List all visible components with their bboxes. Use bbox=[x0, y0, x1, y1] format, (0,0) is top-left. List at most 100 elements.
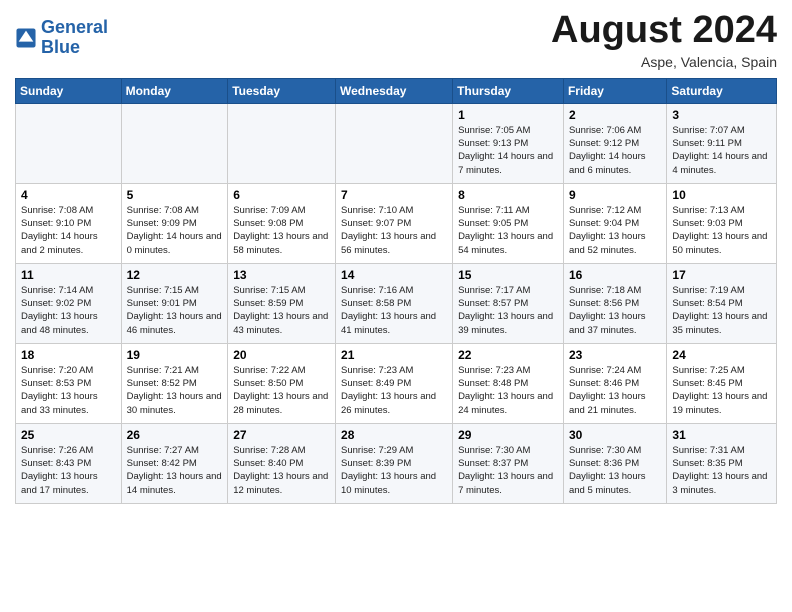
cell-w3-d1: 11 Sunrise: 7:14 AM Sunset: 9:02 PM Dayl… bbox=[16, 263, 122, 343]
day-number: 13 bbox=[233, 268, 330, 282]
col-tuesday: Tuesday bbox=[228, 78, 336, 103]
cell-w3-d5: 15 Sunrise: 7:17 AM Sunset: 8:57 PM Dayl… bbox=[453, 263, 564, 343]
week-row-2: 4 Sunrise: 7:08 AM Sunset: 9:10 PM Dayli… bbox=[16, 183, 777, 263]
cell-w3-d3: 13 Sunrise: 7:15 AM Sunset: 8:59 PM Dayl… bbox=[228, 263, 336, 343]
cell-w1-d5: 1 Sunrise: 7:05 AM Sunset: 9:13 PM Dayli… bbox=[453, 103, 564, 183]
day-number: 20 bbox=[233, 348, 330, 362]
day-number: 10 bbox=[672, 188, 771, 202]
day-info: Sunrise: 7:25 AM Sunset: 8:45 PM Dayligh… bbox=[672, 364, 771, 417]
day-number: 25 bbox=[21, 428, 116, 442]
cell-w2-d3: 6 Sunrise: 7:09 AM Sunset: 9:08 PM Dayli… bbox=[228, 183, 336, 263]
cell-w5-d3: 27 Sunrise: 7:28 AM Sunset: 8:40 PM Dayl… bbox=[228, 423, 336, 503]
logo: General Blue bbox=[15, 18, 108, 58]
day-number: 17 bbox=[672, 268, 771, 282]
cell-w1-d6: 2 Sunrise: 7:06 AM Sunset: 9:12 PM Dayli… bbox=[563, 103, 666, 183]
day-number: 3 bbox=[672, 108, 771, 122]
day-number: 18 bbox=[21, 348, 116, 362]
day-info: Sunrise: 7:12 AM Sunset: 9:04 PM Dayligh… bbox=[569, 204, 661, 257]
location: Aspe, Valencia, Spain bbox=[551, 54, 777, 70]
cell-w1-d4 bbox=[336, 103, 453, 183]
day-info: Sunrise: 7:18 AM Sunset: 8:56 PM Dayligh… bbox=[569, 284, 661, 337]
day-number: 6 bbox=[233, 188, 330, 202]
cell-w2-d7: 10 Sunrise: 7:13 AM Sunset: 9:03 PM Dayl… bbox=[667, 183, 777, 263]
day-number: 7 bbox=[341, 188, 447, 202]
day-number: 21 bbox=[341, 348, 447, 362]
day-info: Sunrise: 7:28 AM Sunset: 8:40 PM Dayligh… bbox=[233, 444, 330, 497]
day-info: Sunrise: 7:23 AM Sunset: 8:49 PM Dayligh… bbox=[341, 364, 447, 417]
cell-w2-d4: 7 Sunrise: 7:10 AM Sunset: 9:07 PM Dayli… bbox=[336, 183, 453, 263]
day-number: 28 bbox=[341, 428, 447, 442]
day-info: Sunrise: 7:08 AM Sunset: 9:09 PM Dayligh… bbox=[127, 204, 223, 257]
week-row-1: 1 Sunrise: 7:05 AM Sunset: 9:13 PM Dayli… bbox=[16, 103, 777, 183]
day-number: 11 bbox=[21, 268, 116, 282]
col-friday: Friday bbox=[563, 78, 666, 103]
col-sunday: Sunday bbox=[16, 78, 122, 103]
cell-w2-d5: 8 Sunrise: 7:11 AM Sunset: 9:05 PM Dayli… bbox=[453, 183, 564, 263]
page-header: General Blue August 2024 Aspe, Valencia,… bbox=[15, 10, 777, 70]
day-number: 26 bbox=[127, 428, 223, 442]
cell-w1-d3 bbox=[228, 103, 336, 183]
day-info: Sunrise: 7:27 AM Sunset: 8:42 PM Dayligh… bbox=[127, 444, 223, 497]
title-section: August 2024 Aspe, Valencia, Spain bbox=[551, 10, 777, 70]
day-info: Sunrise: 7:23 AM Sunset: 8:48 PM Dayligh… bbox=[458, 364, 558, 417]
cell-w5-d2: 26 Sunrise: 7:27 AM Sunset: 8:42 PM Dayl… bbox=[121, 423, 228, 503]
day-info: Sunrise: 7:30 AM Sunset: 8:37 PM Dayligh… bbox=[458, 444, 558, 497]
day-number: 27 bbox=[233, 428, 330, 442]
day-number: 14 bbox=[341, 268, 447, 282]
day-info: Sunrise: 7:05 AM Sunset: 9:13 PM Dayligh… bbox=[458, 124, 558, 177]
day-info: Sunrise: 7:07 AM Sunset: 9:11 PM Dayligh… bbox=[672, 124, 771, 177]
cell-w3-d7: 17 Sunrise: 7:19 AM Sunset: 8:54 PM Dayl… bbox=[667, 263, 777, 343]
cell-w4-d1: 18 Sunrise: 7:20 AM Sunset: 8:53 PM Dayl… bbox=[16, 343, 122, 423]
day-number: 12 bbox=[127, 268, 223, 282]
day-info: Sunrise: 7:26 AM Sunset: 8:43 PM Dayligh… bbox=[21, 444, 116, 497]
logo-text: General Blue bbox=[41, 18, 108, 58]
cell-w3-d4: 14 Sunrise: 7:16 AM Sunset: 8:58 PM Dayl… bbox=[336, 263, 453, 343]
cell-w3-d6: 16 Sunrise: 7:18 AM Sunset: 8:56 PM Dayl… bbox=[563, 263, 666, 343]
cell-w1-d2 bbox=[121, 103, 228, 183]
header-row: Sunday Monday Tuesday Wednesday Thursday… bbox=[16, 78, 777, 103]
logo-icon bbox=[15, 27, 37, 49]
logo-line1: General bbox=[41, 17, 108, 37]
day-number: 29 bbox=[458, 428, 558, 442]
day-info: Sunrise: 7:13 AM Sunset: 9:03 PM Dayligh… bbox=[672, 204, 771, 257]
day-info: Sunrise: 7:22 AM Sunset: 8:50 PM Dayligh… bbox=[233, 364, 330, 417]
calendar-table: Sunday Monday Tuesday Wednesday Thursday… bbox=[15, 78, 777, 504]
day-info: Sunrise: 7:21 AM Sunset: 8:52 PM Dayligh… bbox=[127, 364, 223, 417]
day-info: Sunrise: 7:14 AM Sunset: 9:02 PM Dayligh… bbox=[21, 284, 116, 337]
day-number: 15 bbox=[458, 268, 558, 282]
cell-w2-d6: 9 Sunrise: 7:12 AM Sunset: 9:04 PM Dayli… bbox=[563, 183, 666, 263]
cell-w1-d1 bbox=[16, 103, 122, 183]
cell-w4-d3: 20 Sunrise: 7:22 AM Sunset: 8:50 PM Dayl… bbox=[228, 343, 336, 423]
day-info: Sunrise: 7:17 AM Sunset: 8:57 PM Dayligh… bbox=[458, 284, 558, 337]
day-info: Sunrise: 7:15 AM Sunset: 8:59 PM Dayligh… bbox=[233, 284, 330, 337]
cell-w2-d2: 5 Sunrise: 7:08 AM Sunset: 9:09 PM Dayli… bbox=[121, 183, 228, 263]
month-title: August 2024 bbox=[551, 10, 777, 52]
col-wednesday: Wednesday bbox=[336, 78, 453, 103]
calendar-body: 1 Sunrise: 7:05 AM Sunset: 9:13 PM Dayli… bbox=[16, 103, 777, 503]
day-number: 8 bbox=[458, 188, 558, 202]
col-thursday: Thursday bbox=[453, 78, 564, 103]
day-info: Sunrise: 7:09 AM Sunset: 9:08 PM Dayligh… bbox=[233, 204, 330, 257]
week-row-4: 18 Sunrise: 7:20 AM Sunset: 8:53 PM Dayl… bbox=[16, 343, 777, 423]
day-number: 19 bbox=[127, 348, 223, 362]
day-info: Sunrise: 7:15 AM Sunset: 9:01 PM Dayligh… bbox=[127, 284, 223, 337]
day-info: Sunrise: 7:06 AM Sunset: 9:12 PM Dayligh… bbox=[569, 124, 661, 177]
day-number: 24 bbox=[672, 348, 771, 362]
cell-w2-d1: 4 Sunrise: 7:08 AM Sunset: 9:10 PM Dayli… bbox=[16, 183, 122, 263]
day-info: Sunrise: 7:31 AM Sunset: 8:35 PM Dayligh… bbox=[672, 444, 771, 497]
day-number: 22 bbox=[458, 348, 558, 362]
cell-w5-d4: 28 Sunrise: 7:29 AM Sunset: 8:39 PM Dayl… bbox=[336, 423, 453, 503]
day-number: 30 bbox=[569, 428, 661, 442]
col-monday: Monday bbox=[121, 78, 228, 103]
day-number: 2 bbox=[569, 108, 661, 122]
cell-w5-d1: 25 Sunrise: 7:26 AM Sunset: 8:43 PM Dayl… bbox=[16, 423, 122, 503]
day-info: Sunrise: 7:19 AM Sunset: 8:54 PM Dayligh… bbox=[672, 284, 771, 337]
col-saturday: Saturday bbox=[667, 78, 777, 103]
cell-w3-d2: 12 Sunrise: 7:15 AM Sunset: 9:01 PM Dayl… bbox=[121, 263, 228, 343]
cell-w5-d7: 31 Sunrise: 7:31 AM Sunset: 8:35 PM Dayl… bbox=[667, 423, 777, 503]
week-row-3: 11 Sunrise: 7:14 AM Sunset: 9:02 PM Dayl… bbox=[16, 263, 777, 343]
day-info: Sunrise: 7:20 AM Sunset: 8:53 PM Dayligh… bbox=[21, 364, 116, 417]
week-row-5: 25 Sunrise: 7:26 AM Sunset: 8:43 PM Dayl… bbox=[16, 423, 777, 503]
day-info: Sunrise: 7:24 AM Sunset: 8:46 PM Dayligh… bbox=[569, 364, 661, 417]
cell-w4-d2: 19 Sunrise: 7:21 AM Sunset: 8:52 PM Dayl… bbox=[121, 343, 228, 423]
